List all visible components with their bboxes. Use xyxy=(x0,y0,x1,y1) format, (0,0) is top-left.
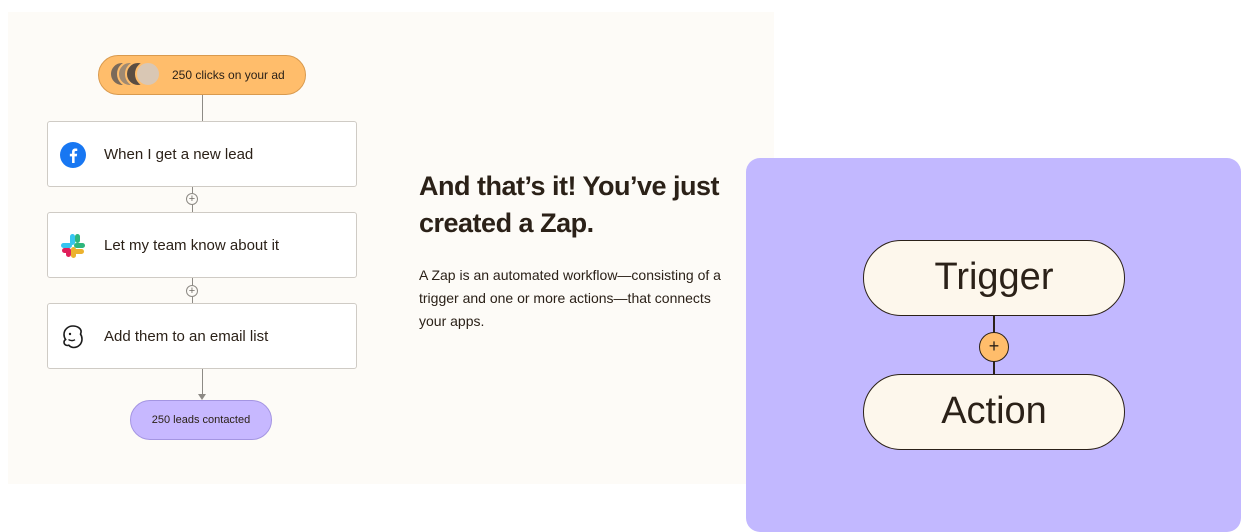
result-pill: 250 leads contacted xyxy=(130,400,272,440)
connector-line xyxy=(202,369,203,394)
description: A Zap is an automated workflow—consistin… xyxy=(419,267,721,329)
add-step-icon[interactable]: + xyxy=(186,285,198,297)
trigger-pill: Trigger xyxy=(863,240,1125,316)
add-step-icon[interactable]: + xyxy=(186,193,198,205)
step-label: Let my team know about it xyxy=(104,237,280,254)
avatar-group xyxy=(109,61,161,89)
slack-icon xyxy=(61,234,85,258)
mailchimp-icon xyxy=(63,325,83,349)
connector-line xyxy=(202,95,203,121)
workflow-step-facebook[interactable]: When I get a new lead xyxy=(47,121,357,187)
workflow-step-slack[interactable]: Let my team know about it xyxy=(47,212,357,278)
action-pill: Action xyxy=(863,374,1125,450)
trigger-event-pill: 250 clicks on your ad xyxy=(98,55,306,95)
add-step-icon[interactable]: + xyxy=(979,332,1009,362)
step-label: When I get a new lead xyxy=(104,146,254,163)
step-label: Add them to an email list xyxy=(104,328,269,345)
avatar xyxy=(135,61,161,87)
headline: And that’s it! You’ve just created a Zap… xyxy=(419,171,720,238)
workflow-step-mailchimp[interactable]: Add them to an email list xyxy=(47,303,357,369)
trigger-event-label: 250 clicks on your ad xyxy=(172,68,285,82)
facebook-icon xyxy=(60,142,86,168)
trigger-action-diagram: Trigger + Action xyxy=(746,158,1241,532)
result-label: 250 leads contacted xyxy=(151,414,251,426)
